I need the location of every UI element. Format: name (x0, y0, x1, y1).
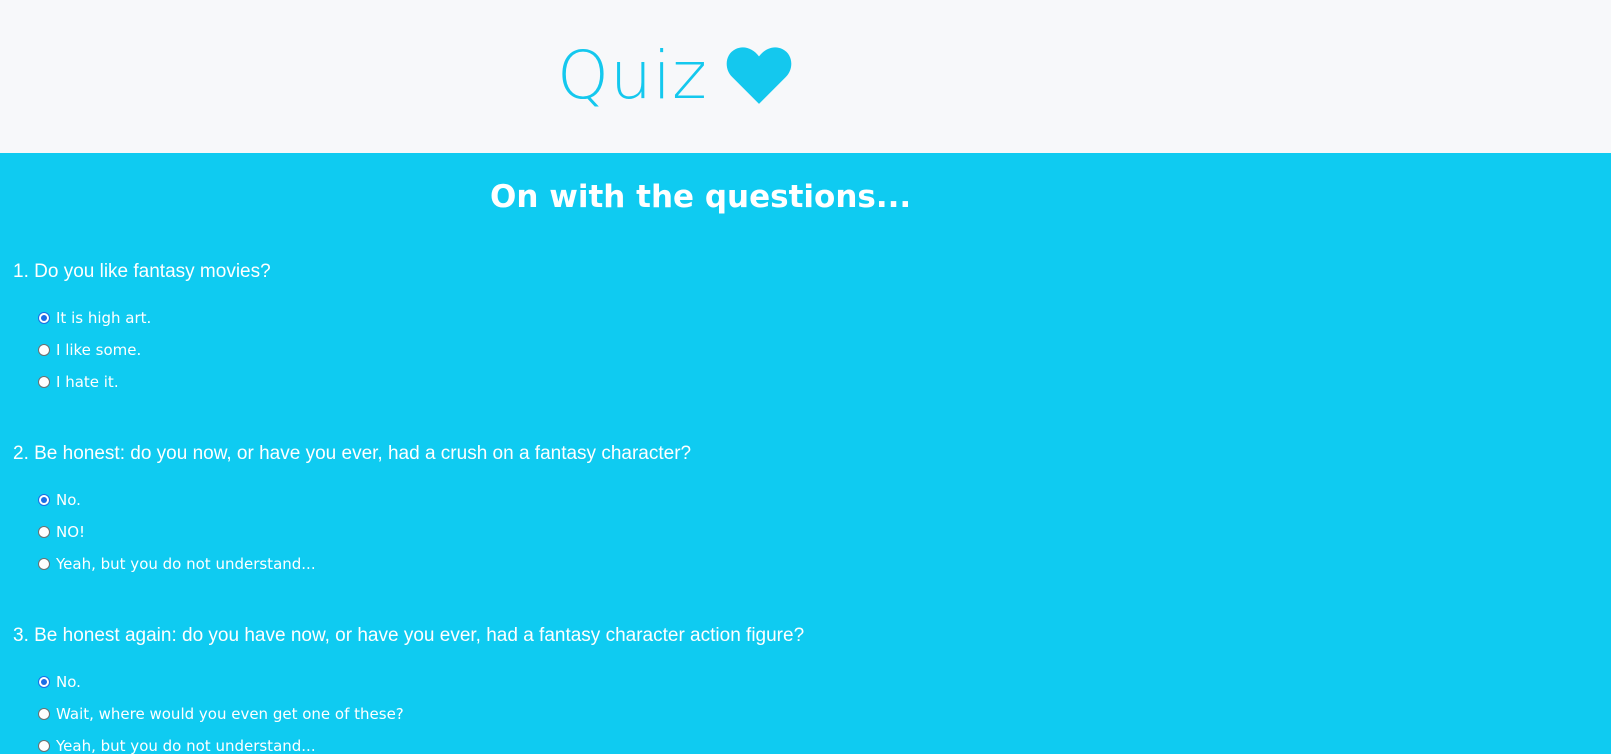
answer-label[interactable]: Wait, where would you even get one of th… (56, 705, 404, 723)
answer-option[interactable]: Yeah, but you do not understand... (38, 548, 1413, 580)
quiz-section: On with the questions... 1. Do you like … (0, 153, 1611, 754)
radio-button-selected[interactable] (38, 675, 50, 688)
radio-button[interactable] (38, 557, 50, 570)
answer-label[interactable]: It is high art. (56, 309, 151, 327)
answer-option[interactable]: I like some. (38, 334, 1413, 366)
radio-button[interactable] (38, 343, 50, 356)
answer-label[interactable]: Yeah, but you do not understand... (56, 737, 316, 754)
answer-option[interactable]: No. (38, 484, 1413, 516)
question-text: 2. Be honest: do you now, or have you ev… (13, 443, 692, 464)
answer-option[interactable]: NO! (38, 516, 1413, 548)
answer-label[interactable]: I like some. (56, 341, 141, 359)
radio-button[interactable] (38, 375, 50, 388)
radio-button[interactable] (38, 525, 50, 538)
answer-option[interactable]: I hate it. (38, 366, 1413, 398)
section-title: On with the questions... (490, 179, 912, 215)
answer-label[interactable]: I hate it. (56, 373, 119, 391)
answer-option[interactable]: No. (38, 666, 1413, 698)
question-text: 1. Do you like fantasy movies? (13, 261, 271, 282)
page-title: Quiz (557, 37, 708, 114)
answer-option[interactable]: Wait, where would you even get one of th… (38, 698, 1413, 730)
answer-label[interactable]: NO! (56, 523, 85, 541)
radio-button-selected[interactable] (38, 493, 50, 506)
answer-label[interactable]: No. (56, 491, 81, 509)
answer-label[interactable]: No. (56, 673, 81, 691)
question-2: 2. Be honest: do you now, or have you ev… (13, 443, 1413, 580)
brand: Quiz (557, 38, 792, 114)
answer-option[interactable]: It is high art. (38, 302, 1413, 334)
question-text: 3. Be honest again: do you have now, or … (13, 625, 805, 646)
question-3: 3. Be honest again: do you have now, or … (13, 625, 1413, 754)
radio-button[interactable] (38, 707, 50, 720)
radio-button-selected[interactable] (38, 311, 50, 324)
page-header: Quiz (0, 0, 1611, 153)
radio-button[interactable] (38, 739, 50, 752)
answer-option[interactable]: Yeah, but you do not understand... (38, 730, 1413, 754)
question-1: 1. Do you like fantasy movies? It is hig… (13, 261, 1413, 398)
answer-label[interactable]: Yeah, but you do not understand... (56, 555, 316, 573)
heart-icon (726, 47, 792, 104)
